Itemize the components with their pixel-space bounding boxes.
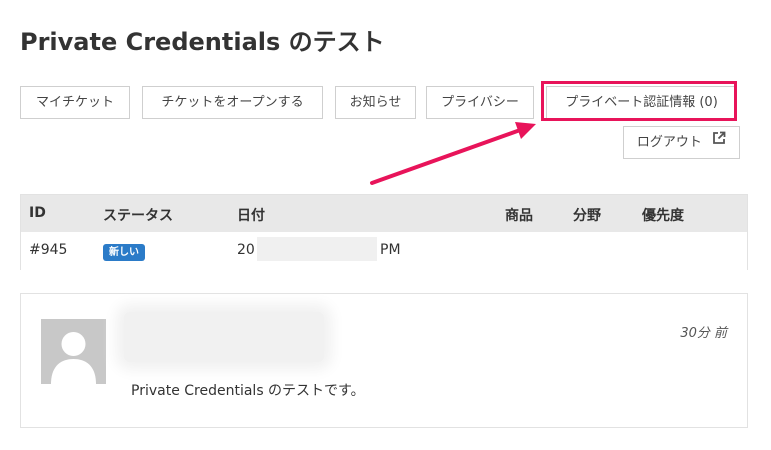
column-header-status: ステータス xyxy=(103,208,173,224)
privacy-button[interactable]: プライバシー xyxy=(426,86,534,119)
ticket-id[interactable]: #945 xyxy=(29,242,67,258)
page-title: Private Credentials のテスト xyxy=(20,28,385,56)
my-tickets-button[interactable]: マイチケット xyxy=(20,86,130,119)
column-header-date: 日付 xyxy=(237,208,265,224)
logout-button[interactable]: ログアウト xyxy=(623,126,740,159)
external-link-icon xyxy=(712,126,726,157)
page: Private Credentials のテスト マイチケット チケットをオープ… xyxy=(0,0,771,450)
status-badge: 新しい xyxy=(103,244,145,261)
ticket-table: ID ステータス 日付 商品 分野 優先度 #945 新しい 20 PM xyxy=(20,194,748,270)
column-header-id: ID xyxy=(29,205,46,221)
private-credentials-button[interactable]: プライベート認証情報 (0) xyxy=(546,86,737,119)
comment-time: 30分 前 xyxy=(680,326,727,341)
redacted-date xyxy=(257,237,377,261)
comment-body: Private Credentials のテストです。 xyxy=(131,383,365,399)
column-header-product: 商品 xyxy=(505,208,533,224)
redacted-author-name xyxy=(124,312,324,362)
comment-card: 30分 前 Private Credentials のテストです。 xyxy=(20,293,748,428)
news-button[interactable]: お知らせ xyxy=(335,86,416,119)
table-row[interactable]: #945 新しい 20 PM xyxy=(21,232,747,270)
user-silhouette-icon xyxy=(41,319,106,384)
ticket-date-suffix: PM xyxy=(380,242,401,258)
open-ticket-button[interactable]: チケットをオープンする xyxy=(142,86,323,119)
column-header-priority: 優先度 xyxy=(642,208,684,224)
logout-label: ログアウト xyxy=(636,135,702,150)
column-header-field: 分野 xyxy=(573,208,601,224)
ticket-date-prefix: 20 xyxy=(237,242,255,258)
table-header: ID ステータス 日付 商品 分野 優先度 xyxy=(21,195,747,232)
